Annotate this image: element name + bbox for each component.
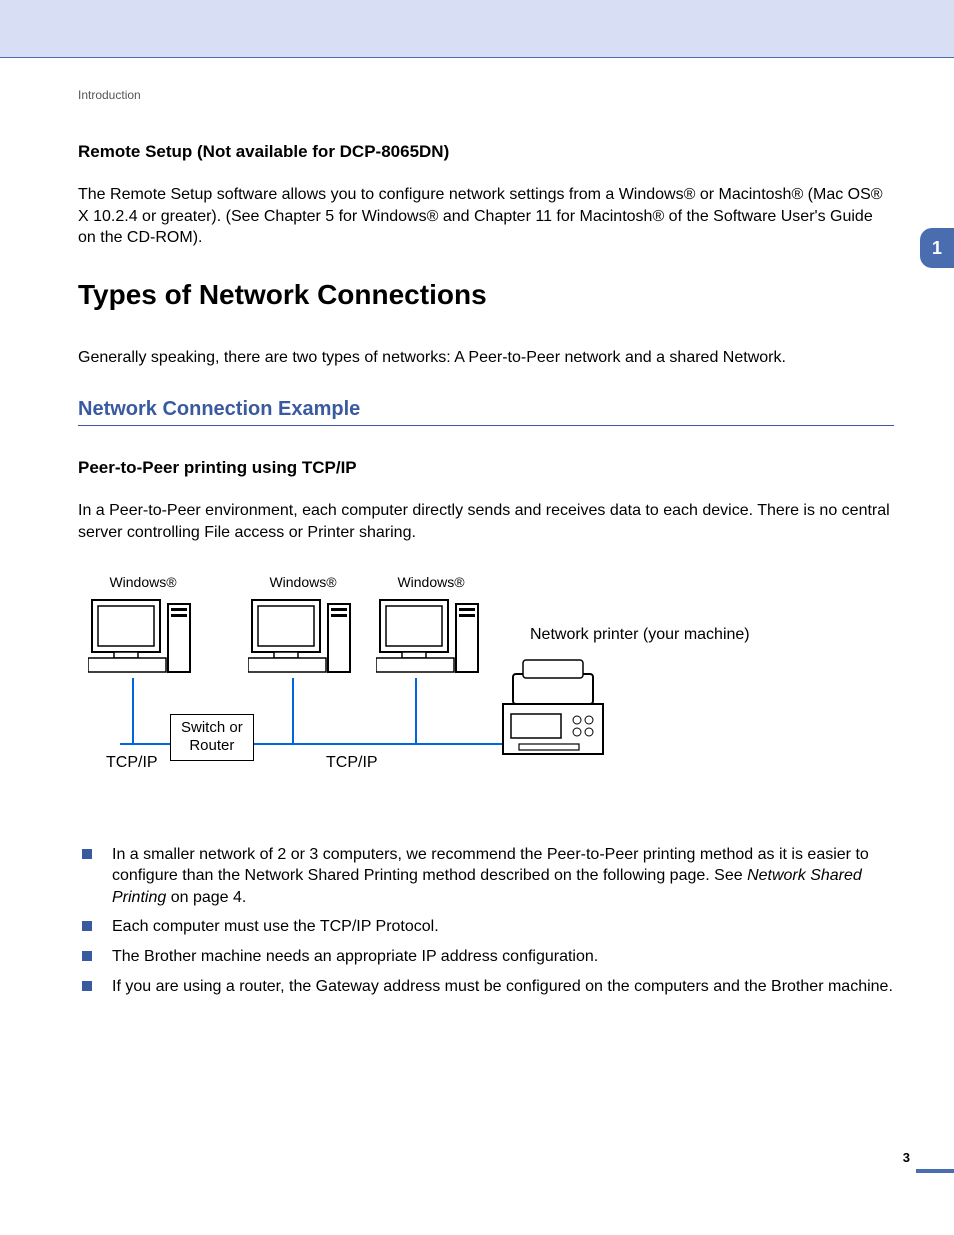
bullet-text: The Brother machine needs an appropriate… <box>112 948 598 965</box>
list-item: Each computer must use the TCP/IP Protoc… <box>78 916 894 938</box>
list-item: The Brother machine needs an appropriate… <box>78 946 894 968</box>
bullet-text: Each computer must use the TCP/IP Protoc… <box>112 918 439 935</box>
p2p-heading: Peer-to-Peer printing using TCP/IP <box>78 458 894 478</box>
network-example-heading: Network Connection Example <box>78 398 894 426</box>
printer-icon <box>493 654 613 764</box>
remote-setup-paragraph: The Remote Setup software allows you to … <box>78 184 894 249</box>
list-item: If you are using a router, the Gateway a… <box>78 976 894 998</box>
bullet-list: In a smaller network of 2 or 3 computers… <box>78 844 894 998</box>
types-heading: Types of Network Connections <box>78 279 894 311</box>
switch-line2: Router <box>189 737 234 754</box>
tcpip-label-2: TCP/IP <box>326 754 378 772</box>
chapter-tab: 1 <box>920 228 954 268</box>
types-paragraph: Generally speaking, there are two types … <box>78 347 894 369</box>
computer-icon <box>376 596 486 674</box>
computer-icon <box>248 596 358 674</box>
pc1-label: Windows® <box>88 574 198 590</box>
tcpip-label-1: TCP/IP <box>106 754 158 772</box>
printer-label: Network printer (your machine) <box>530 626 750 644</box>
p2p-paragraph: In a Peer-to-Peer environment, each comp… <box>78 500 894 543</box>
header-band <box>0 0 954 58</box>
remote-setup-heading: Remote Setup (Not available for DCP-8065… <box>78 142 894 162</box>
computer-icon <box>88 596 198 674</box>
page-number-accent <box>916 1169 954 1173</box>
pc3-label: Windows® <box>376 574 486 590</box>
page-content: Introduction Remote Setup (Not available… <box>0 58 954 997</box>
bullet-text: If you are using a router, the Gateway a… <box>112 978 893 995</box>
page-number: 3 <box>903 1150 910 1165</box>
pc2-label: Windows® <box>248 574 358 590</box>
list-item: In a smaller network of 2 or 3 computers… <box>78 844 894 909</box>
switch-router-box: Switch or Router <box>170 714 254 762</box>
breadcrumb: Introduction <box>78 88 894 102</box>
bullet-text-post: on page 4. <box>166 889 246 906</box>
switch-line1: Switch or <box>181 719 243 736</box>
network-diagram: Windows® Windows® <box>78 574 898 794</box>
